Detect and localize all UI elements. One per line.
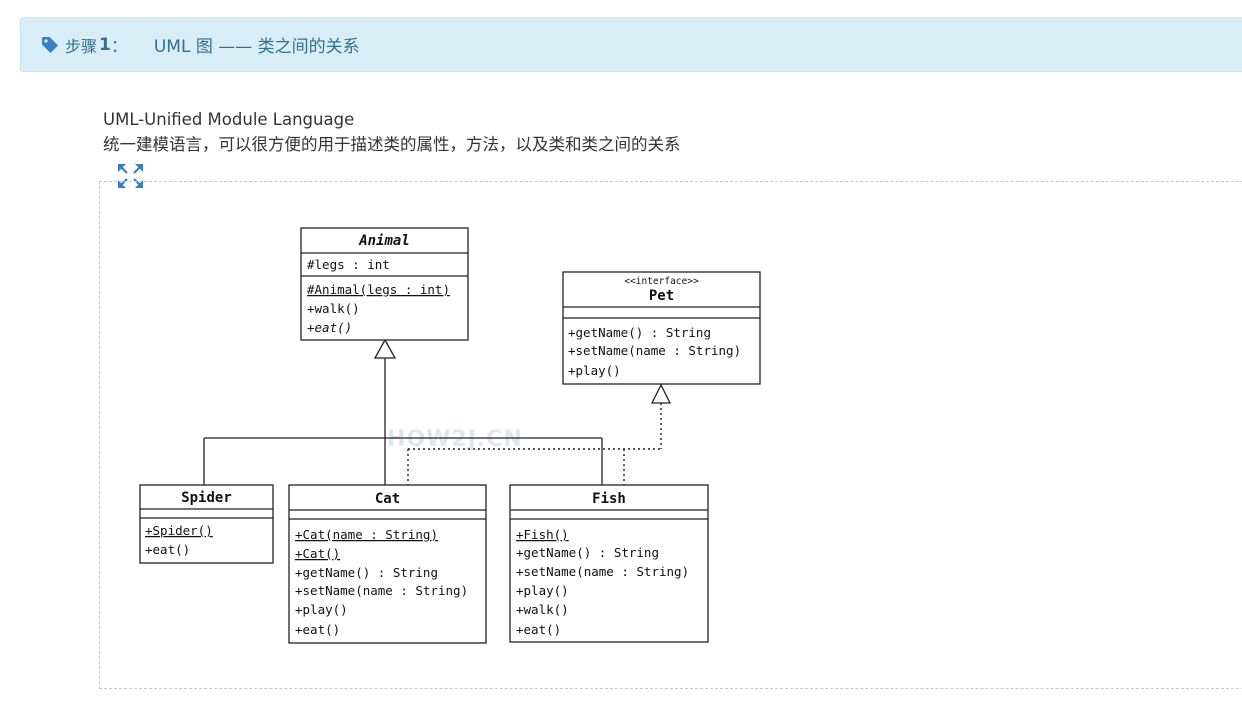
class-name: Animal bbox=[358, 233, 410, 249]
method: +walk() bbox=[307, 301, 360, 316]
watermark: HOW2J.CN bbox=[387, 427, 523, 452]
class-name: Spider bbox=[181, 490, 232, 506]
method: +Spider() bbox=[145, 523, 213, 538]
method: +eat() bbox=[307, 320, 352, 335]
method: +Cat() bbox=[295, 546, 340, 561]
method: +eat() bbox=[145, 542, 190, 557]
method: +setName(name : String) bbox=[568, 343, 741, 358]
class-cat: Cat +Cat(name : String) +Cat() +getName(… bbox=[288, 484, 487, 644]
class-name: Fish bbox=[592, 491, 626, 507]
method: +play() bbox=[295, 602, 348, 617]
method: +Fish() bbox=[516, 527, 569, 542]
method: +Cat(name : String) bbox=[295, 527, 438, 542]
method: #Animal(legs : int) bbox=[307, 282, 450, 297]
method: +play() bbox=[516, 583, 569, 598]
realization-arrow bbox=[650, 383, 672, 404]
attribute: #legs : int bbox=[307, 257, 390, 272]
method: +play() bbox=[568, 363, 621, 378]
method: +setName(name : String) bbox=[295, 583, 468, 598]
method: +getName() : String bbox=[568, 325, 711, 340]
class-name: Pet bbox=[649, 288, 674, 304]
method: +getName() : String bbox=[295, 565, 438, 580]
method: +walk() bbox=[516, 602, 569, 617]
method: +eat() bbox=[295, 622, 340, 637]
class-spider: Spider +Spider() +eat() bbox=[139, 484, 274, 564]
class-pet: <<interface>> Pet +getName() : String +s… bbox=[562, 271, 761, 385]
method: +getName() : String bbox=[516, 545, 659, 560]
uml-diagram: HOW2J.CN Animal #legs : int #Animal(legs… bbox=[139, 227, 761, 644]
class-animal: Animal #legs : int #Animal(legs : int) +… bbox=[300, 227, 469, 341]
stereotype: <<interface>> bbox=[624, 276, 699, 287]
class-name: Cat bbox=[375, 491, 400, 507]
inheritance-lines bbox=[203, 358, 603, 485]
method: +eat() bbox=[516, 622, 561, 637]
class-fish: Fish +Fish() +getName() : String +setNam… bbox=[509, 484, 709, 643]
method: +setName(name : String) bbox=[516, 564, 689, 579]
inheritance-arrow bbox=[373, 338, 397, 359]
